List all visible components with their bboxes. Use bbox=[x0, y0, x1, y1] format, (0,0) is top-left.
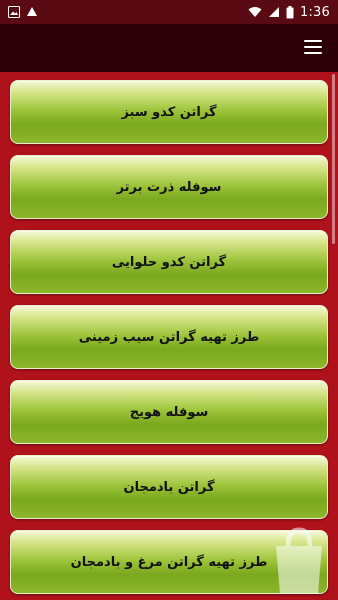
wifi-icon bbox=[248, 7, 262, 17]
notification-icon bbox=[27, 7, 37, 16]
status-time: 1:36 bbox=[300, 4, 330, 20]
scrollbar[interactable] bbox=[332, 74, 335, 244]
app-bar bbox=[0, 24, 338, 72]
list-item-label: گراتن بادمجان bbox=[123, 479, 215, 495]
status-left-icons bbox=[8, 6, 38, 18]
status-right-icons: 1:36 bbox=[248, 5, 330, 20]
list-item-label: طرز تهیه گراتن مرغ و بادمجان bbox=[70, 554, 268, 570]
gallery-icon bbox=[8, 6, 20, 18]
list-item[interactable]: سوفله ذرت برتر bbox=[10, 155, 328, 219]
status-bar: 1:36 bbox=[0, 0, 338, 24]
list-item-label: سوفله ذرت برتر bbox=[116, 179, 222, 195]
list-item[interactable]: گراتن بادمجان bbox=[10, 455, 328, 519]
list-item-label: گراتن کدو سبز bbox=[121, 104, 217, 120]
list-item[interactable]: طرز تهیه گراتن سیب زمینی bbox=[10, 305, 328, 369]
hamburger-menu-icon[interactable] bbox=[304, 40, 322, 54]
list-item[interactable]: گراتن کدو حلوایی bbox=[10, 230, 328, 294]
list-item[interactable]: طرز تهیه گراتن مرغ و بادمجان bbox=[10, 530, 328, 594]
list-item-label: طرز تهیه گراتن سیب زمینی bbox=[78, 329, 260, 345]
list-item-label: گراتن کدو حلوایی bbox=[111, 254, 227, 270]
recipe-list-container[interactable]: گراتن کدو سبز سوفله ذرت برتر گراتن کدو حلو… bbox=[0, 72, 338, 600]
battery-icon bbox=[286, 5, 294, 18]
list-item[interactable]: گراتن کدو سبز bbox=[10, 80, 328, 144]
list-item[interactable]: سوفله هویج bbox=[10, 380, 328, 444]
list-item-label: سوفله هویج bbox=[129, 404, 209, 420]
cellular-icon bbox=[269, 7, 279, 17]
